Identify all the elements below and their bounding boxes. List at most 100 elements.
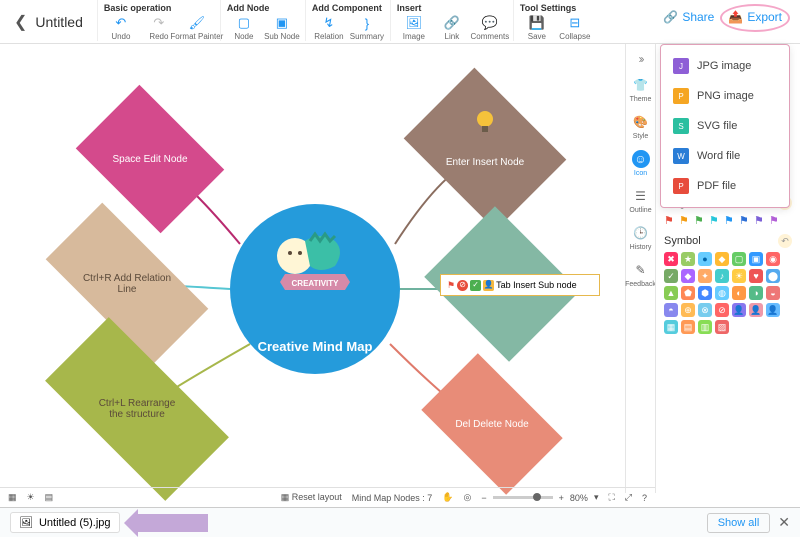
sym-9[interactable]: ◆: [681, 269, 695, 283]
node-space-edit[interactable]: Space Edit Node: [90, 114, 210, 204]
export-button[interactable]: 📤Export: [728, 10, 782, 24]
revert-icon-2[interactable]: ↶: [778, 234, 792, 248]
export-word[interactable]: WWord file: [661, 141, 789, 171]
sym-12[interactable]: ☀: [732, 269, 746, 283]
sym-3[interactable]: ●: [698, 252, 712, 266]
brightness-icon[interactable]: ☀: [27, 492, 35, 503]
sym-7[interactable]: ◉: [766, 252, 780, 266]
dock-style[interactable]: 🎨Style: [632, 113, 650, 140]
image-button[interactable]: 🖼Image: [397, 15, 431, 41]
node-del-delete[interactable]: Del Delete Node: [432, 384, 552, 464]
export-pdf[interactable]: PPDF file: [661, 171, 789, 201]
flag-cyan[interactable]: ⚑: [709, 214, 721, 228]
zoom-in-button[interactable]: +: [559, 493, 564, 503]
flag-green[interactable]: ⚑: [694, 214, 706, 228]
zoom-dropdown-icon[interactable]: ▾: [594, 492, 599, 503]
sym-17[interactable]: ⬢: [698, 286, 712, 300]
node-add-relation[interactable]: Ctrl+R Add Relation Line: [52, 244, 202, 324]
sym-22[interactable]: ◓: [664, 303, 678, 317]
fullscreen-icon[interactable]: ⤢: [625, 492, 632, 503]
sym-26[interactable]: 👤: [732, 303, 746, 317]
sym-21[interactable]: ◒: [766, 286, 780, 300]
hand-tool[interactable]: ✋: [442, 492, 453, 503]
sym-32[interactable]: ▨: [715, 320, 729, 334]
sym-16[interactable]: ⬟: [681, 286, 695, 300]
flag-orange[interactable]: ⚑: [679, 214, 691, 228]
flag-violet[interactable]: ⚑: [769, 214, 781, 228]
sym-5[interactable]: ▢: [732, 252, 746, 266]
dock-history[interactable]: 🕒History: [630, 224, 652, 251]
share-button[interactable]: 🔗Share: [663, 10, 714, 24]
layers-icon[interactable]: ▤: [45, 492, 54, 503]
export-svg[interactable]: SSVG file: [661, 111, 789, 141]
save-icon: 💾: [529, 15, 545, 31]
sym-15[interactable]: ▲: [664, 286, 678, 300]
close-downloadbar-button[interactable]: ✕: [778, 514, 790, 531]
export-jpg[interactable]: JJPG image: [661, 51, 789, 81]
sym-27[interactable]: 👤: [749, 303, 763, 317]
center-node[interactable]: CREATIVITY Creative Mind Map: [230, 204, 400, 374]
sym-2[interactable]: ★: [681, 252, 695, 266]
summary-button[interactable]: }Summary: [350, 15, 384, 41]
sym-14[interactable]: ⬤: [766, 269, 780, 283]
top-toolbar: ❮ Untitled Basic operation ↶Undo ↷Redo 🖌…: [0, 0, 800, 44]
dock-expand-button[interactable]: ››: [639, 52, 643, 66]
reset-layout-button[interactable]: ▦ Reset layout: [281, 492, 342, 503]
node-enter-insert[interactable]: Enter Insert Node: [420, 99, 550, 199]
node-button[interactable]: ▢Node: [227, 15, 261, 41]
link-button[interactable]: 🔗Link: [435, 15, 469, 41]
flag-blue[interactable]: ⚑: [724, 214, 736, 228]
download-chip[interactable]: 🖼 Untitled (5).jpg: [10, 512, 120, 533]
dock-icon[interactable]: ☺Icon: [632, 150, 650, 177]
zoom-out-button[interactable]: −: [481, 493, 486, 503]
doc-title[interactable]: Untitled: [35, 14, 82, 30]
sym-18[interactable]: ◍: [715, 286, 729, 300]
sym-23[interactable]: ⊕: [681, 303, 695, 317]
sym-13[interactable]: ♥: [749, 269, 763, 283]
dock-feedback[interactable]: ✎Feedback: [625, 261, 656, 288]
sym-24[interactable]: ⊗: [698, 303, 712, 317]
sym-1[interactable]: ✖: [664, 252, 678, 266]
sub-node-selected[interactable]: ⚑ ⊘ ✓ 👤 Tab Insert Sub node: [440, 274, 600, 296]
export-dropdown: JJPG image PPNG image SSVG file WWord fi…: [660, 44, 790, 208]
grid-icon[interactable]: ▦: [8, 492, 17, 503]
sym-29[interactable]: ▦: [664, 320, 678, 334]
sym-31[interactable]: ▥: [698, 320, 712, 334]
sym-6[interactable]: ▣: [749, 252, 763, 266]
format-painter-button[interactable]: 🖌Format Painter: [180, 15, 214, 41]
sym-8[interactable]: ✓: [664, 269, 678, 283]
target-tool[interactable]: ◎: [464, 492, 472, 503]
image-icon: 🖼: [406, 15, 422, 31]
sym-19[interactable]: ◐: [732, 286, 746, 300]
mindmap-canvas[interactable]: CREATIVITY Creative Mind Map Space Edit …: [0, 44, 655, 507]
show-all-button[interactable]: Show all: [707, 513, 771, 533]
fit-icon[interactable]: ⛶: [608, 492, 614, 503]
export-png[interactable]: PPNG image: [661, 81, 789, 111]
relation-button[interactable]: ↯Relation: [312, 15, 346, 41]
save-button[interactable]: 💾Save: [520, 15, 554, 41]
group-basic: Basic operation ↶Undo ↷Redo 🖌Format Pain…: [97, 0, 220, 41]
flag-purple[interactable]: ⚑: [754, 214, 766, 228]
comments-button[interactable]: 💬Comments: [473, 15, 507, 41]
dock-outline[interactable]: ☰Outline: [629, 187, 651, 214]
sym-4[interactable]: ◆: [715, 252, 729, 266]
sym-20[interactable]: ◑: [749, 286, 763, 300]
sym-28[interactable]: 👤: [766, 303, 780, 317]
flag-red[interactable]: ⚑: [664, 214, 676, 228]
sym-10[interactable]: ✦: [698, 269, 712, 283]
sym-11[interactable]: ♪: [715, 269, 729, 283]
flag-darkblue[interactable]: ⚑: [739, 214, 751, 228]
node-rearrange[interactable]: Ctrl+L Rearrange the structure: [52, 364, 222, 454]
undo-button[interactable]: ↶Undo: [104, 15, 138, 41]
help-icon[interactable]: ?: [642, 493, 647, 503]
back-button[interactable]: ❮: [14, 12, 27, 32]
subnode-button[interactable]: ▣Sub Node: [265, 15, 299, 41]
collapse-button[interactable]: ⊟Collapse: [558, 15, 592, 41]
zoom-slider[interactable]: [493, 496, 553, 499]
sym-25[interactable]: ⊘: [715, 303, 729, 317]
dock-theme[interactable]: 👕Theme: [630, 76, 652, 103]
collapse-icon: ⊟: [567, 15, 583, 31]
zoom-value: 80%: [570, 493, 588, 503]
sym-30[interactable]: ▤: [681, 320, 695, 334]
bulb-icon: [474, 109, 496, 137]
